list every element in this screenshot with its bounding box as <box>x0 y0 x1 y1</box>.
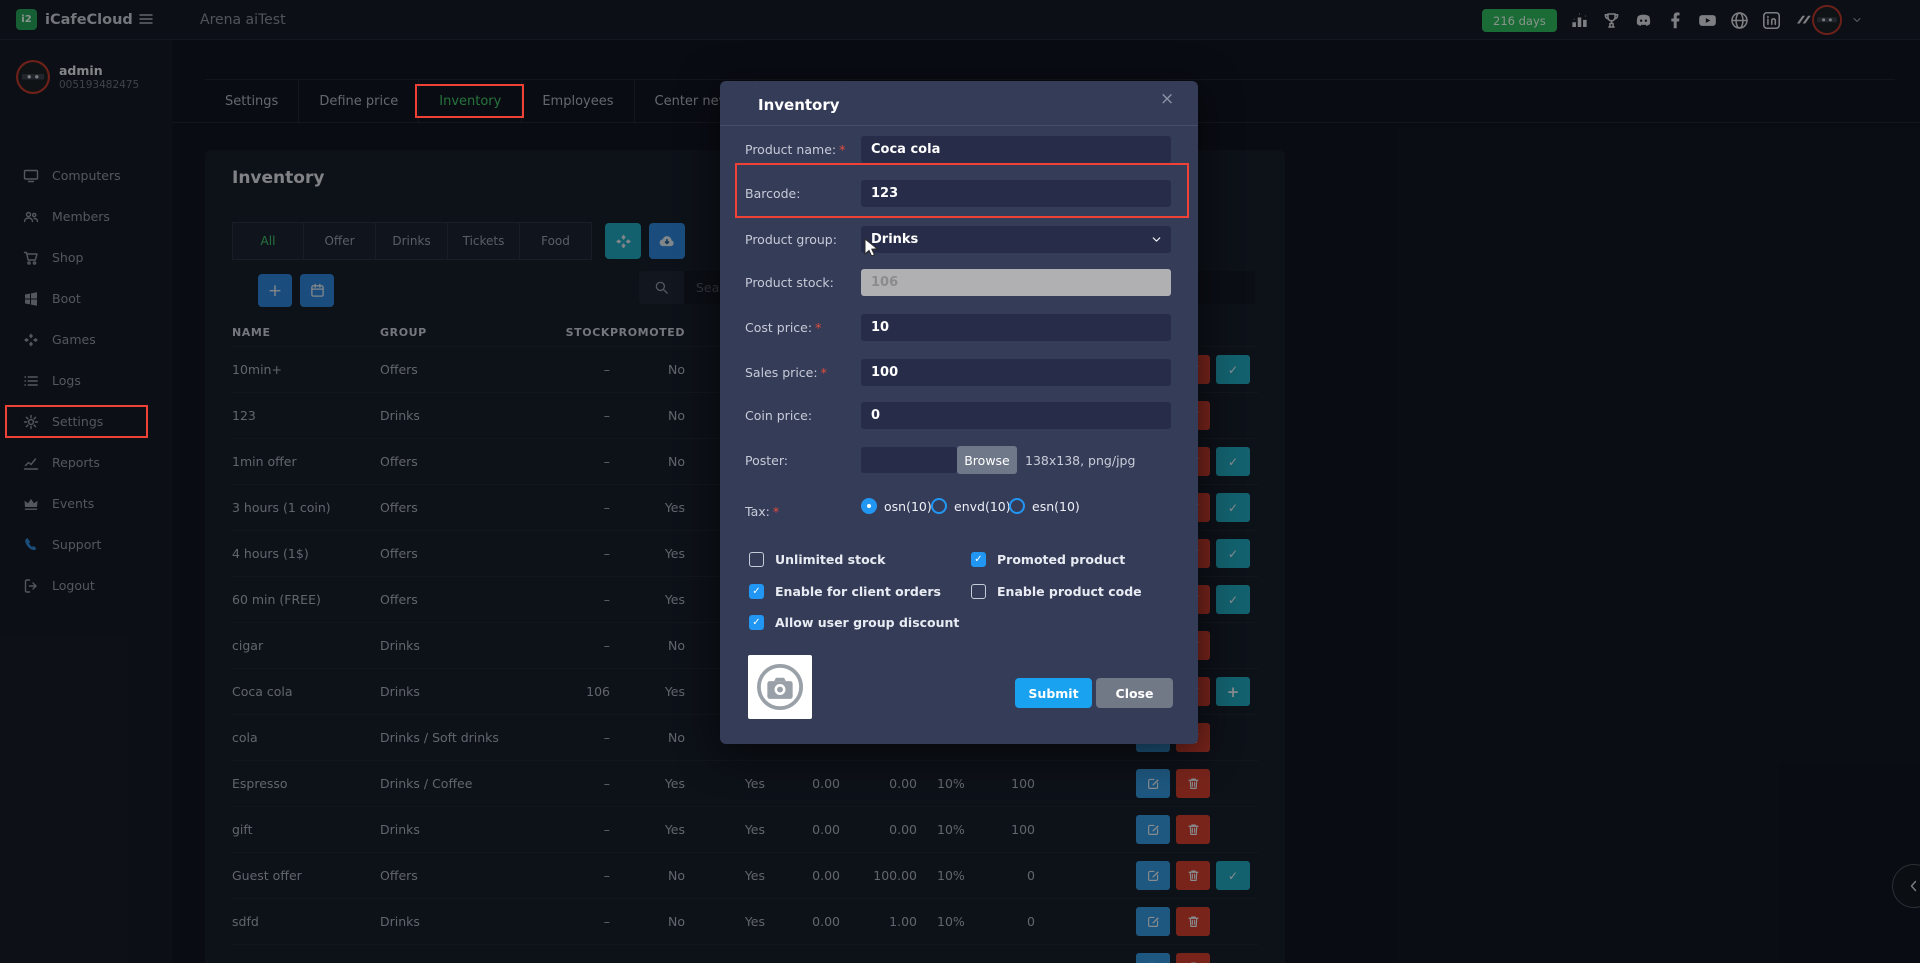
close-button[interactable]: Close <box>1096 678 1173 708</box>
browse-button[interactable]: Browse <box>957 446 1017 474</box>
sales-price-input[interactable] <box>861 359 1171 386</box>
checkbox-enable-product-code[interactable]: Enable product code <box>971 584 1142 599</box>
poster-label: Poster: <box>745 453 788 468</box>
product-group-select[interactable]: Drinks <box>861 226 1171 253</box>
checkbox-icon <box>971 584 986 599</box>
checkbox-icon: ✓ <box>749 584 764 599</box>
product-name-input[interactable] <box>861 136 1171 163</box>
cost-price-input[interactable] <box>861 314 1171 341</box>
tax-radio-esn[interactable]: esn(10) <box>1009 498 1080 514</box>
field-label: Product stock: <box>745 275 834 290</box>
app-root: i2 iCafeCloud Arena aiTest 216 days admi… <box>0 0 1920 963</box>
checkbox-icon: ✓ <box>749 615 764 630</box>
field-label: Product group: <box>745 232 837 247</box>
checkbox-icon: ✓ <box>971 552 986 567</box>
checkbox-promoted-product[interactable]: ✓Promoted product <box>971 552 1125 567</box>
tax-radio-envd[interactable]: envd(10) <box>931 498 1011 514</box>
required-asterisk: * <box>839 142 845 157</box>
inventory-modal: Inventory × Product name:* Barcode: Produc… <box>720 81 1198 744</box>
radio-icon <box>1009 498 1025 514</box>
field-label: Product name:* <box>745 142 845 157</box>
coin-price-input[interactable] <box>861 402 1171 429</box>
radio-icon <box>931 498 947 514</box>
product-stock-input <box>861 269 1171 296</box>
checkbox-icon <box>749 552 764 567</box>
checkbox-enable-for-client-orders[interactable]: ✓Enable for client orders <box>749 584 941 599</box>
poster-hint: 138x138, png/jpg <box>1025 453 1135 468</box>
product-image-placeholder <box>748 655 812 719</box>
checkbox-allow-user-group-discount[interactable]: ✓Allow user group discount <box>749 615 959 630</box>
required-asterisk: * <box>815 320 821 335</box>
modal-divider <box>720 125 1198 126</box>
field-label: Coin price: <box>745 408 812 423</box>
submit-button[interactable]: Submit <box>1015 678 1092 708</box>
camera-icon <box>753 660 807 714</box>
close-icon[interactable]: × <box>1160 89 1174 109</box>
required-asterisk: * <box>821 365 827 380</box>
barcode-input[interactable] <box>861 180 1171 207</box>
chevron-down-icon <box>1150 233 1163 246</box>
modal-title: Inventory <box>758 96 840 114</box>
tax-label: Tax:* <box>745 504 779 519</box>
field-label: Barcode: <box>745 186 800 201</box>
checkbox-unlimited-stock[interactable]: Unlimited stock <box>749 552 885 567</box>
tax-radio-osn[interactable]: osn(10) <box>861 498 932 514</box>
poster-file-input[interactable] <box>861 447 957 473</box>
radio-icon <box>861 498 877 514</box>
required-asterisk: * <box>773 504 779 519</box>
field-label: Sales price:* <box>745 365 827 380</box>
field-label: Cost price:* <box>745 320 821 335</box>
